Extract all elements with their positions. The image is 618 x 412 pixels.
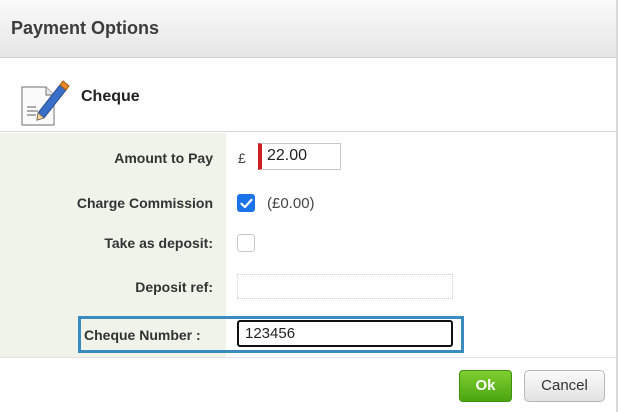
checkmark-icon — [240, 198, 253, 209]
cancel-button[interactable]: Cancel — [524, 370, 605, 402]
document-pencil-icon — [21, 80, 70, 126]
currency-symbol: £ — [238, 150, 246, 166]
section-header: Cheque — [0, 59, 616, 132]
take-as-deposit-label: Take as deposit: — [104, 235, 213, 251]
dialog-title: Payment Options — [11, 18, 160, 38]
ok-button[interactable]: Ok — [459, 370, 512, 402]
payment-options-dialog: Payment Options Cheque Amount to Pay £ 2… — [0, 0, 618, 412]
section-title: Cheque — [81, 88, 140, 105]
cheque-number-input[interactable]: 123456 — [237, 320, 453, 347]
take-as-deposit-checkbox[interactable] — [237, 234, 255, 252]
commission-amount: (£0.00) — [267, 195, 315, 212]
amount-label: Amount to Pay — [114, 150, 213, 166]
deposit-ref-input[interactable] — [237, 274, 453, 299]
charge-commission-label: Charge Commission — [76, 195, 213, 211]
dialog-footer: Ok Cancel — [0, 357, 616, 412]
payment-form: Amount to Pay £ 22.00 Charge Commission … — [0, 133, 616, 357]
dialog-titlebar: Payment Options — [0, 0, 616, 58]
deposit-ref-label: Deposit ref: — [135, 279, 213, 295]
charge-commission-checkbox[interactable] — [237, 194, 255, 212]
amount-input[interactable]: 22.00 — [258, 143, 341, 170]
cheque-number-label: Cheque Number : — [84, 327, 201, 343]
